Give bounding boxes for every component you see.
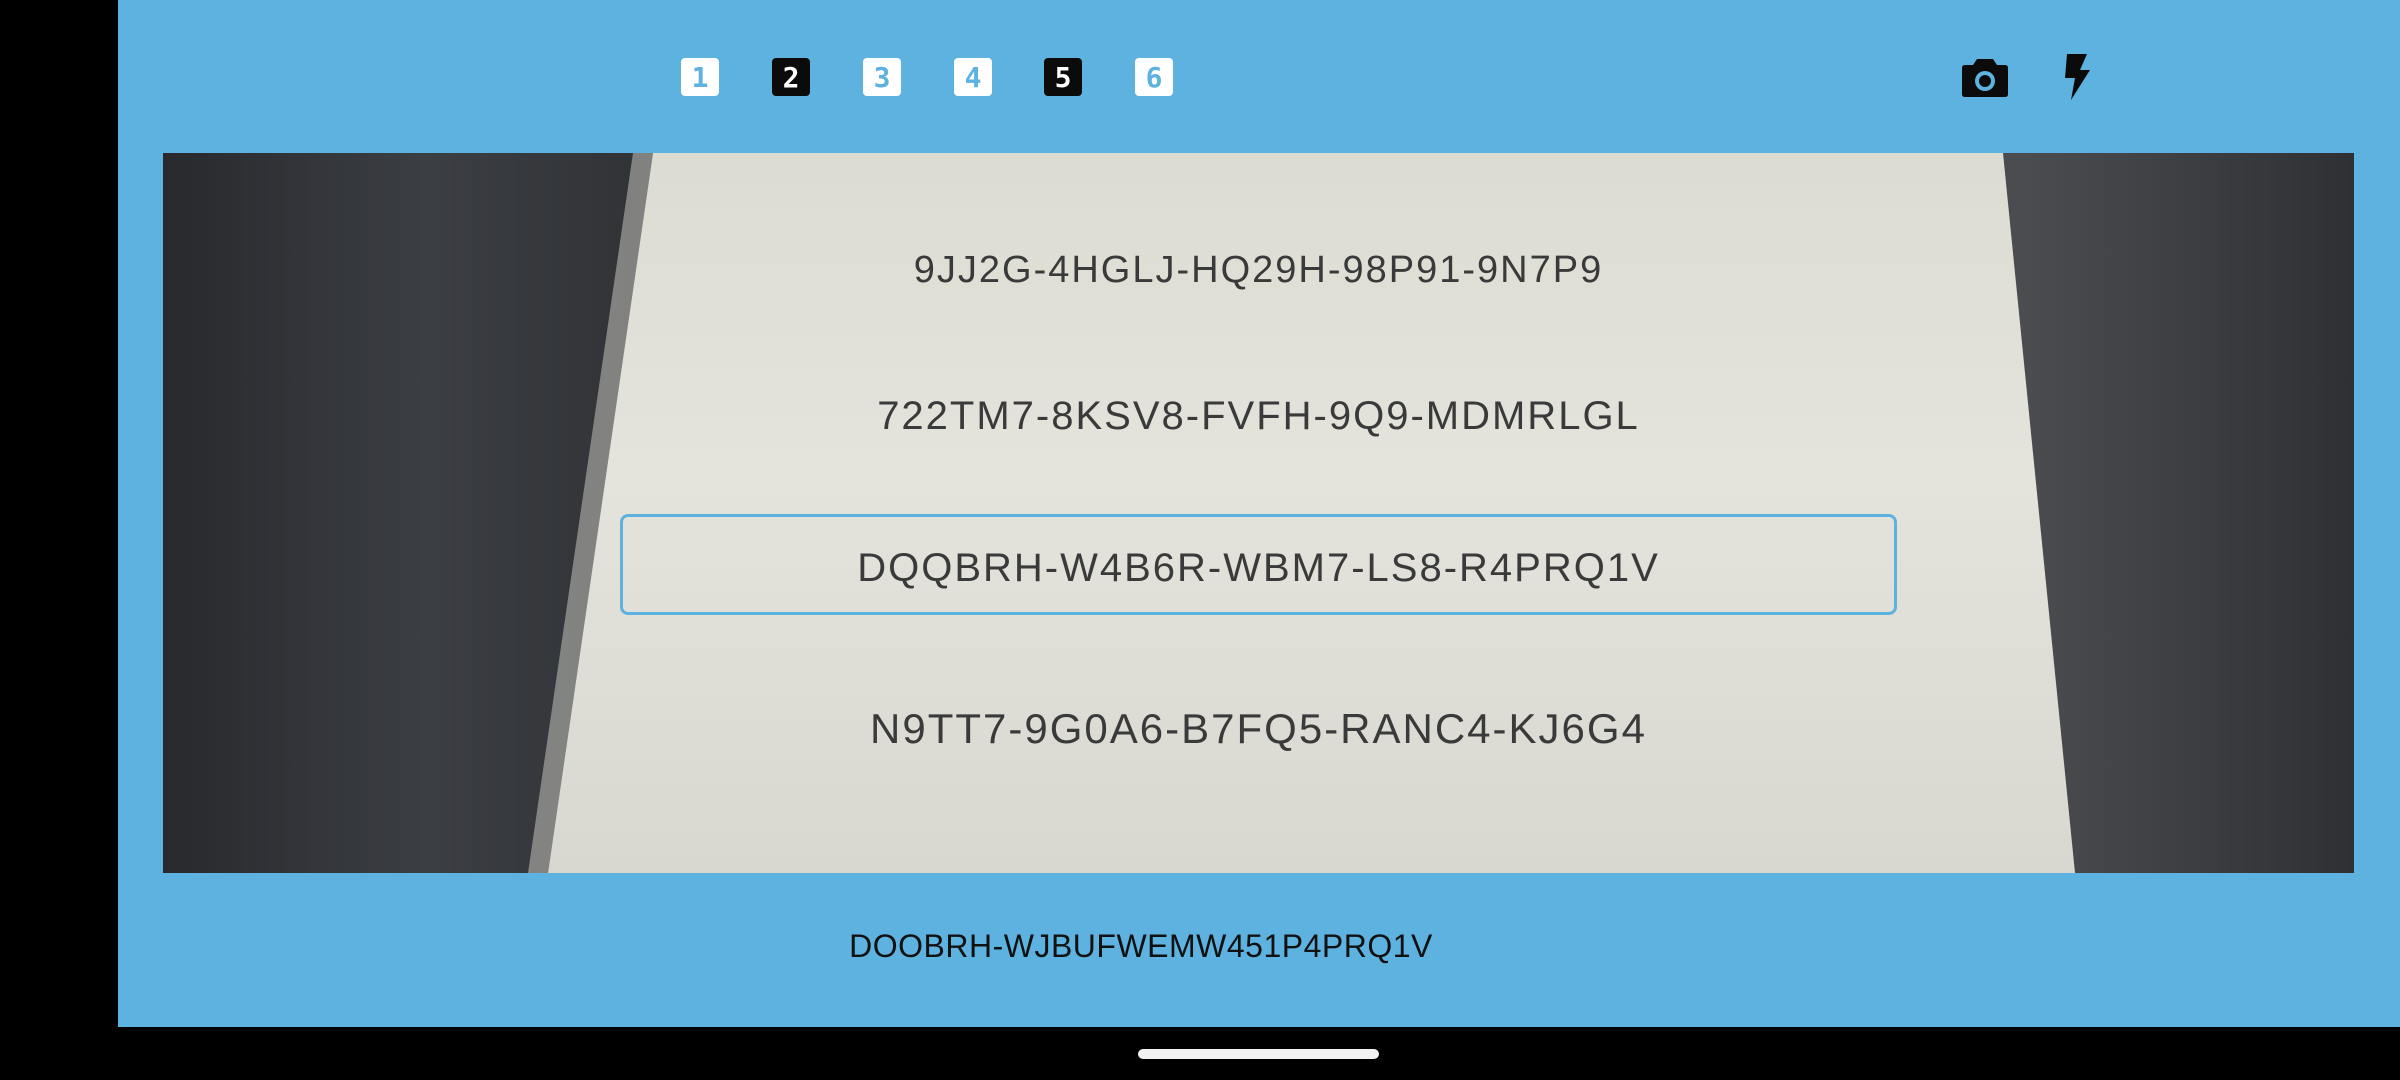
home-indicator[interactable]	[1138, 1049, 1379, 1059]
mode-5-button[interactable]: 5	[1044, 58, 1082, 96]
mode-3-button[interactable]: 3	[863, 58, 901, 96]
preview-line-4: N9TT7-9G0A6-B7FQ5-RANC4-KJ6G4	[870, 705, 1647, 752]
mode-1-label: 1	[691, 60, 709, 94]
mode-3-label: 3	[873, 60, 891, 94]
mode-2-button[interactable]: 2	[772, 58, 810, 96]
mode-2-label: 2	[782, 60, 800, 94]
ocr-selection-box[interactable]	[620, 514, 1897, 615]
camera-preview[interactable]: 9JJ2G-4HGLJ-HQ29H-98P91-9N7P9 722TM7-8KS…	[163, 153, 2354, 873]
preview-line-2: 722TM7-8KSV8-FVFH-9Q9-MDMRLGL	[877, 394, 1640, 438]
camera-icon[interactable]	[1958, 50, 2012, 104]
flash-icon[interactable]	[2050, 50, 2104, 104]
mode-6-button[interactable]: 6	[1135, 58, 1173, 96]
recognized-text: DOOBRH-WJBUFWEMW451P4PRQ1V	[849, 928, 1433, 964]
mode-5-label: 5	[1054, 60, 1072, 94]
mode-4-button[interactable]: 4	[954, 58, 992, 96]
mode-1-button[interactable]: 1	[681, 58, 719, 96]
mode-4-label: 4	[964, 60, 982, 94]
left-black-bar	[0, 0, 118, 1080]
mode-6-label: 6	[1145, 60, 1163, 94]
preview-line-1: 9JJ2G-4HGLJ-HQ29H-98P91-9N7P9	[913, 249, 1604, 291]
